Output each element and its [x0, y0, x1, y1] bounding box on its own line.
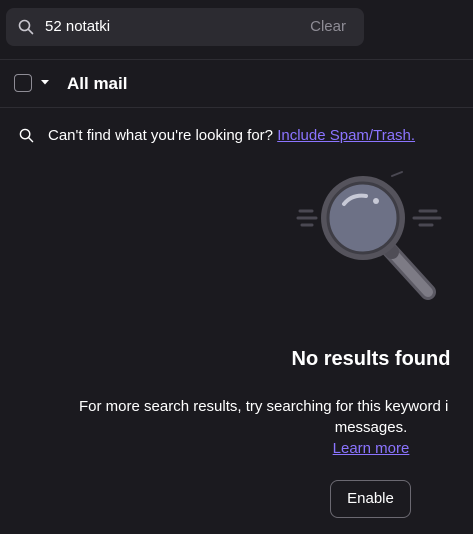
clear-search-button[interactable]: Clear [310, 17, 346, 37]
hint-text: Can't find what you're looking for? Incl… [48, 126, 415, 146]
search-input[interactable]: 52 notatki [45, 17, 110, 37]
search-icon [19, 128, 34, 143]
caret-down-icon[interactable] [40, 78, 50, 86]
mail-toolbar: All mail [0, 60, 473, 107]
search-icon [18, 19, 34, 35]
search-hint: Can't find what you're looking for? Incl… [0, 126, 473, 146]
enable-button[interactable]: Enable [330, 480, 411, 518]
search-bar[interactable]: 52 notatki Clear [6, 8, 364, 46]
hint-label: Can't find what you're looking for? [48, 127, 274, 144]
empty-state-description: For more search results, try searching f… [79, 398, 449, 415]
include-spam-trash-link[interactable]: Include Spam/Trash. [277, 127, 415, 144]
learn-more-link[interactable]: Learn more [271, 439, 471, 459]
no-results-title: No results found [291, 348, 451, 370]
folder-title: All mail [67, 74, 128, 93]
search-results-page: 52 notatki Clear All mail Can't find wha… [0, 0, 473, 534]
toolbar-divider [0, 107, 473, 108]
empty-state-description-continued: messages. [334, 419, 408, 436]
select-all-checkbox[interactable] [14, 74, 32, 92]
magnifying-glass-illustration [296, 171, 442, 300]
